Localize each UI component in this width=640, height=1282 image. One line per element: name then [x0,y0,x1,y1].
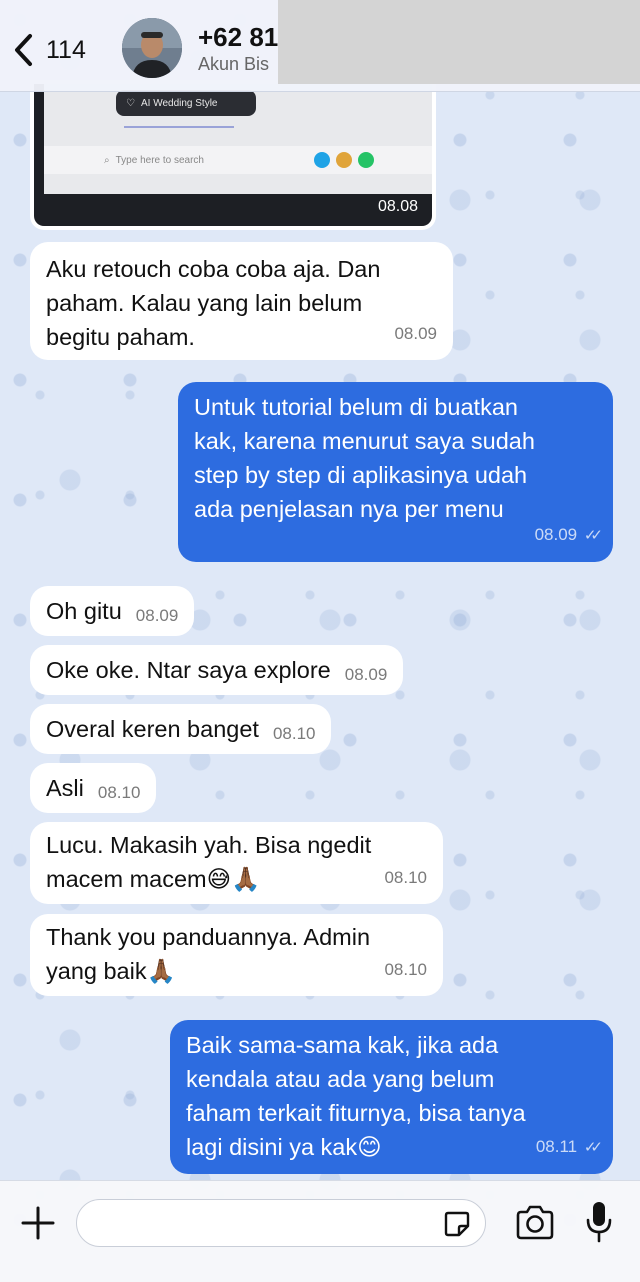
double-check-icon: ✓✓ [583,527,603,544]
back-button[interactable]: 114 [12,30,86,70]
message-bubble-incoming[interactable]: Thank you panduannya. Admin yang baik🙏🏾 … [30,914,443,996]
message-text: Aku retouch coba coba aja. Dan paham. Ka… [46,256,381,350]
message-time: 08.10 [384,960,427,979]
message-bubble-incoming[interactable]: Overal keren banget 08.10 [30,704,332,754]
message-time: 08.09 [344,665,388,684]
contact-name[interactable]: +62 81 [198,22,278,53]
sticker-icon[interactable] [443,1210,471,1238]
avatar[interactable] [122,18,182,78]
image-message-time: 08.08 [377,198,418,215]
photo-ai-pill: ♡ AI Wedding Style [116,90,256,116]
photo-taskbar: ⌕ Type here to search [44,146,432,174]
message-bubble-incoming[interactable]: Lucu. Makasih yah. Bisa ngedit macem mac… [30,822,443,904]
message-text: Oh gitu [46,598,122,624]
message-bubble-incoming[interactable]: Oke oke. Ntar saya explore 08.09 [30,645,404,695]
camera-icon[interactable] [514,1203,556,1243]
message-time: 08.09 [534,525,578,544]
message-input[interactable] [76,1199,486,1247]
double-check-icon: ✓✓ [583,1139,603,1156]
microphone-icon[interactable] [584,1199,614,1245]
message-text: Asli [46,775,84,801]
message-bubble-outgoing[interactable]: Untuk tutorial belum di buatkan kak, kar… [178,382,613,562]
message-text: Thank you panduannya. Admin yang baik🙏🏾 [46,924,371,984]
message-time: 08.09 [394,324,437,343]
message-bubble-incoming[interactable]: Oh gitu 08.09 [30,586,195,636]
message-time-wrap: 08.11 ✓✓ [535,1130,603,1165]
message-time: 08.09 [135,606,179,625]
photo-thumbnail[interactable]: ♡ AI Wedding Style ⌕ Type here to search 0… [34,84,432,226]
message-text: Oke oke. Ntar saya explore [46,657,331,683]
redacted-area [278,0,640,84]
chevron-left-icon [15,34,32,66]
unread-count: 114 [46,35,86,64]
message-text: Lucu. Makasih yah. Bisa ngedit macem mac… [46,832,372,892]
message-composer [0,1180,640,1282]
message-text: Overal keren banget [46,716,259,742]
contact-subtitle: Akun Bis [198,54,270,74]
plus-icon[interactable] [20,1205,56,1241]
message-bubble-outgoing[interactable]: Baik sama-sama kak, jika ada kendala ata… [170,1020,613,1174]
message-bubble-incoming[interactable]: Aku retouch coba coba aja. Dan paham. Ka… [30,242,453,360]
message-bubble-incoming[interactable]: Asli 08.10 [30,763,157,813]
message-time-wrap: 08.09 ✓✓ [534,518,603,553]
message-time: 08.10 [272,724,316,743]
message-text: Untuk tutorial belum di buatkan kak, kar… [194,394,535,522]
message-time: 08.10 [97,783,141,802]
avatar-photo [122,18,182,78]
image-message[interactable]: ♡ AI Wedding Style ⌕ Type here to search 0… [30,80,436,230]
photo-screen: ♡ AI Wedding Style [44,84,432,194]
message-time: 08.11 [535,1137,578,1156]
message-time: 08.10 [384,868,427,887]
